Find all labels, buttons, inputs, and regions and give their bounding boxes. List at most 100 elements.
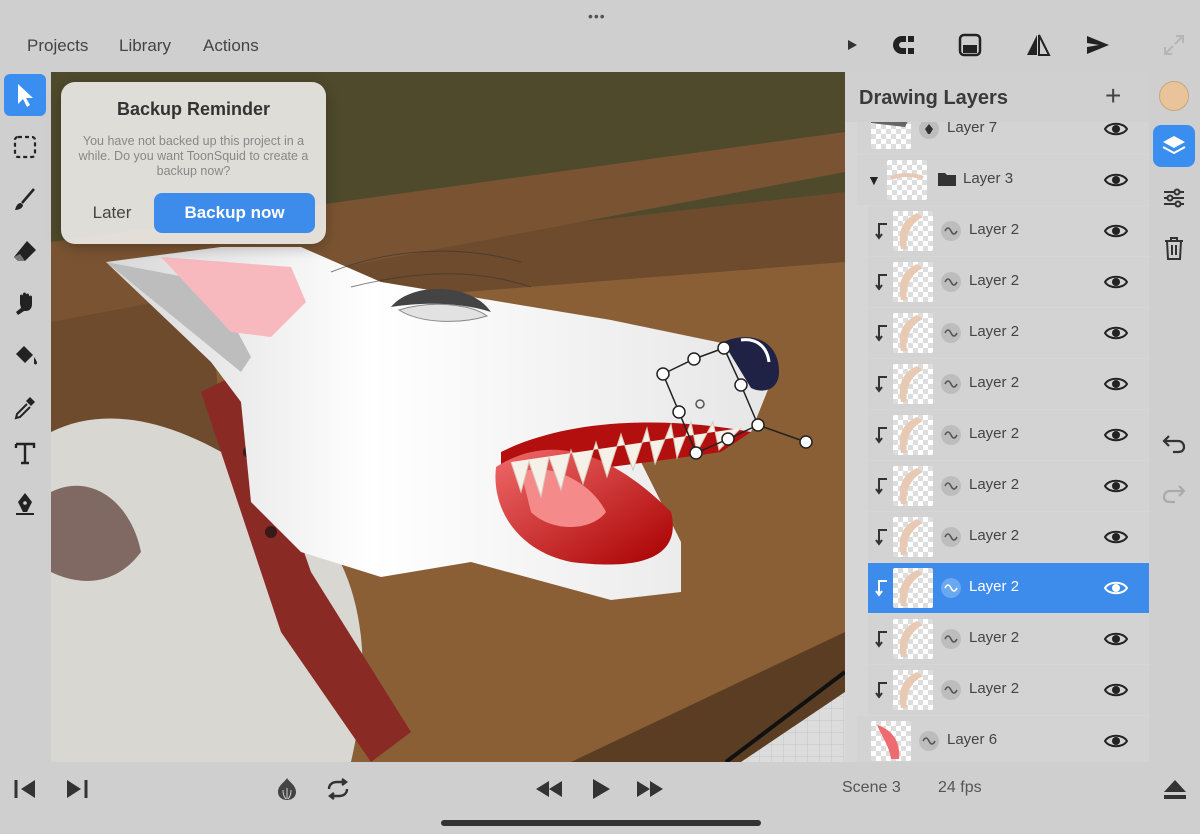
backup-now-button[interactable]: Backup now [154, 193, 315, 233]
layer-row[interactable]: ▼ Layer 3 [857, 155, 1149, 205]
layer-name: Layer 2 [969, 629, 1020, 646]
fill-bucket-icon[interactable] [4, 334, 46, 376]
layer-row[interactable]: Layer 2 [868, 359, 1149, 409]
dialog-message: You have not backed up this project in a… [78, 134, 309, 178]
scene-label[interactable]: Scene 3 [842, 779, 901, 797]
rewind-icon[interactable] [533, 776, 565, 802]
blend-mode-icon[interactable] [941, 629, 961, 649]
select-arrow-icon[interactable] [4, 74, 46, 116]
visibility-eye-icon[interactable] [1103, 425, 1129, 445]
next-frame-icon[interactable] [62, 776, 92, 802]
layer-row[interactable]: Layer 2 [868, 461, 1149, 511]
blend-mode-icon[interactable] [919, 731, 939, 751]
smudge-icon[interactable] [4, 282, 46, 324]
layer-row[interactable]: Layer 2 [868, 257, 1149, 307]
visibility-eye-icon[interactable] [1103, 680, 1129, 700]
layer-name: Layer 2 [969, 374, 1020, 391]
previous-frame-icon[interactable] [10, 776, 40, 802]
blend-mode-icon[interactable] [941, 323, 961, 343]
pen-tool-icon[interactable] [4, 482, 46, 524]
clipping-arrow-icon [875, 374, 891, 394]
folder-icon [937, 171, 957, 192]
color-swatch-button[interactable] [1153, 75, 1195, 117]
visibility-eye-icon[interactable] [1103, 527, 1129, 547]
layer-name: Layer 2 [969, 272, 1020, 289]
layer-name: Layer 6 [947, 731, 998, 748]
fullscreen-icon[interactable] [1160, 32, 1188, 58]
layer-row[interactable]: Layer 2 [868, 206, 1149, 256]
layer-row[interactable]: Layer 2 [868, 665, 1149, 715]
clipping-arrow-icon [875, 578, 891, 598]
adjustments-icon[interactable] [1153, 177, 1195, 219]
menu-actions[interactable]: Actions [203, 36, 259, 56]
collapse-arrow-icon[interactable]: ▼ [867, 172, 881, 188]
visibility-eye-icon[interactable] [1103, 323, 1129, 343]
dialog-title: Backup Reminder [116, 99, 271, 119]
visibility-eye-icon[interactable] [1103, 578, 1129, 598]
layer-thumbnail [893, 364, 933, 404]
menu-library[interactable]: Library [119, 36, 171, 56]
visibility-eye-icon[interactable] [1103, 629, 1129, 649]
frame-icon[interactable] [956, 32, 984, 58]
blend-mode-icon[interactable] [941, 527, 961, 547]
layer-name: Layer 2 [969, 323, 1020, 340]
text-icon[interactable] [4, 432, 46, 474]
undo-icon[interactable] [1153, 422, 1195, 464]
add-layer-button[interactable]: + [1105, 82, 1121, 110]
layer-row[interactable]: Layer 2 [868, 563, 1149, 613]
onion-skin-icon[interactable] [272, 776, 302, 802]
layer-name: Layer 2 [969, 578, 1020, 595]
layer-thumbnail [893, 619, 933, 659]
play-animation-icon[interactable] [587, 776, 615, 802]
visibility-eye-icon[interactable] [1103, 374, 1129, 394]
clipping-arrow-icon [875, 323, 891, 343]
blend-mode-icon[interactable] [941, 374, 961, 394]
later-button[interactable]: Later [75, 193, 149, 233]
fps-label[interactable]: 24 fps [938, 779, 982, 797]
menu-projects[interactable]: Projects [27, 36, 88, 56]
redo-icon[interactable] [1153, 472, 1195, 514]
layer-row[interactable]: Layer 2 [868, 614, 1149, 664]
blend-mode-icon[interactable] [941, 578, 961, 598]
visibility-eye-icon[interactable] [1103, 476, 1129, 496]
layer-name: Layer 2 [969, 425, 1020, 442]
layer-row[interactable]: Layer 6 [857, 716, 1149, 762]
clipping-arrow-icon [875, 680, 891, 700]
blend-mode-icon[interactable] [941, 272, 961, 292]
layer-row[interactable]: Layer 2 [868, 512, 1149, 562]
marquee-icon[interactable] [4, 126, 46, 168]
loop-icon[interactable] [323, 776, 353, 802]
clipping-arrow-icon [875, 425, 891, 445]
color-swatch [1159, 81, 1189, 111]
pen-layer-icon [919, 119, 939, 139]
brush-icon[interactable] [4, 178, 46, 220]
visibility-eye-icon[interactable] [1103, 221, 1129, 241]
visibility-eye-icon[interactable] [1103, 170, 1129, 190]
blend-mode-icon[interactable] [941, 425, 961, 445]
eraser-icon[interactable] [4, 230, 46, 272]
visibility-eye-icon[interactable] [1103, 272, 1129, 292]
layers-panel-title: Drawing Layers [859, 87, 1008, 109]
multitask-dots[interactable]: ••• [588, 8, 606, 24]
send-icon[interactable] [1084, 32, 1112, 58]
clipping-arrow-icon [875, 629, 891, 649]
layer-row[interactable]: Layer 2 [868, 308, 1149, 358]
flip-icon[interactable] [1024, 32, 1052, 58]
blend-mode-icon[interactable] [941, 680, 961, 700]
eject-panel-icon[interactable] [1160, 776, 1190, 802]
visibility-eye-icon[interactable] [1103, 731, 1129, 751]
blend-mode-icon[interactable] [941, 221, 961, 241]
home-indicator [441, 820, 761, 826]
fast-forward-icon[interactable] [634, 776, 666, 802]
layers-icon[interactable] [1153, 125, 1195, 167]
layer-thumbnail [893, 670, 933, 710]
trash-icon[interactable] [1153, 227, 1195, 269]
layer-row[interactable]: Layer 2 [868, 410, 1149, 460]
visibility-eye-icon[interactable] [1103, 119, 1129, 139]
layer-thumbnail [887, 160, 927, 200]
eyedropper-icon[interactable] [4, 386, 46, 428]
layer-thumbnail [893, 313, 933, 353]
blend-mode-icon[interactable] [941, 476, 961, 496]
magnet-icon[interactable] [890, 32, 918, 58]
play-icon[interactable] [838, 32, 866, 58]
